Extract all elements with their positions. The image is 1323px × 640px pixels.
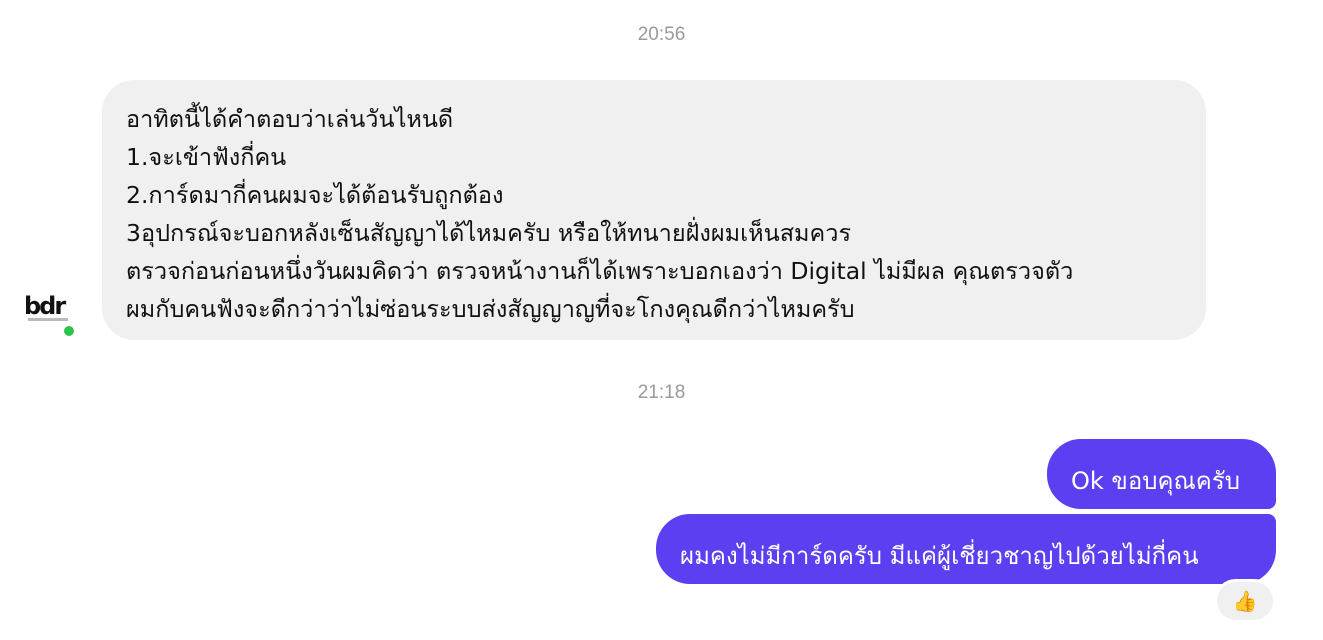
message-line: 1.จะเข้าฟังกี่คน (126, 143, 287, 171)
timestamp: 20:56 (637, 24, 686, 45)
outgoing-message-bubble[interactable]: Ok ขอบคุณครับ (1047, 439, 1276, 509)
timestamp: 21:18 (637, 382, 686, 403)
chat-thread: 20:56 bdr อาทิตนี้ได้คำตอบว่าเล่นวันไหนด… (0, 0, 1323, 640)
message-text: ผมคงไม่มีการ์ดครับ มีแค่ผู้เชี่ยวชาญไปด้… (680, 542, 1199, 570)
message-line: 2.การ์ดมากี่คนผมจะได้ต้อนรับถูกต้อง (126, 181, 504, 209)
message-line: อาทิตนี้ได้คำตอบว่าเล่นวันไหนดี (126, 105, 454, 133)
message-line: ผมกับคนฟังจะดีกว่าว่าไม่ซ่อนระบบส่งสัญญา… (126, 295, 855, 323)
bdr-logo: bdr (24, 292, 66, 320)
message-line: 3อุปกรณ์จะบอกหลังเซ็นสัญญาได้ไหมครับ หรื… (126, 219, 852, 247)
online-status-indicator (62, 324, 76, 338)
message-text: Ok ขอบคุณครับ (1071, 467, 1240, 495)
outgoing-message-bubble[interactable]: ผมคงไม่มีการ์ดครับ มีแค่ผู้เชี่ยวชาญไปด้… (656, 514, 1276, 584)
message-line: ตรวจก่อนก่อนหนึ่งวันผมคิดว่า ตรวจหน้างาน… (126, 257, 1074, 285)
avatar[interactable]: bdr (22, 288, 76, 338)
thumbs-up-icon: 👍 (1232, 589, 1258, 613)
message-reaction[interactable]: 👍 (1214, 579, 1276, 623)
incoming-message-bubble[interactable]: อาทิตนี้ได้คำตอบว่าเล่นวันไหนดี 1.จะเข้า… (102, 80, 1206, 340)
logo-underline (28, 318, 68, 321)
